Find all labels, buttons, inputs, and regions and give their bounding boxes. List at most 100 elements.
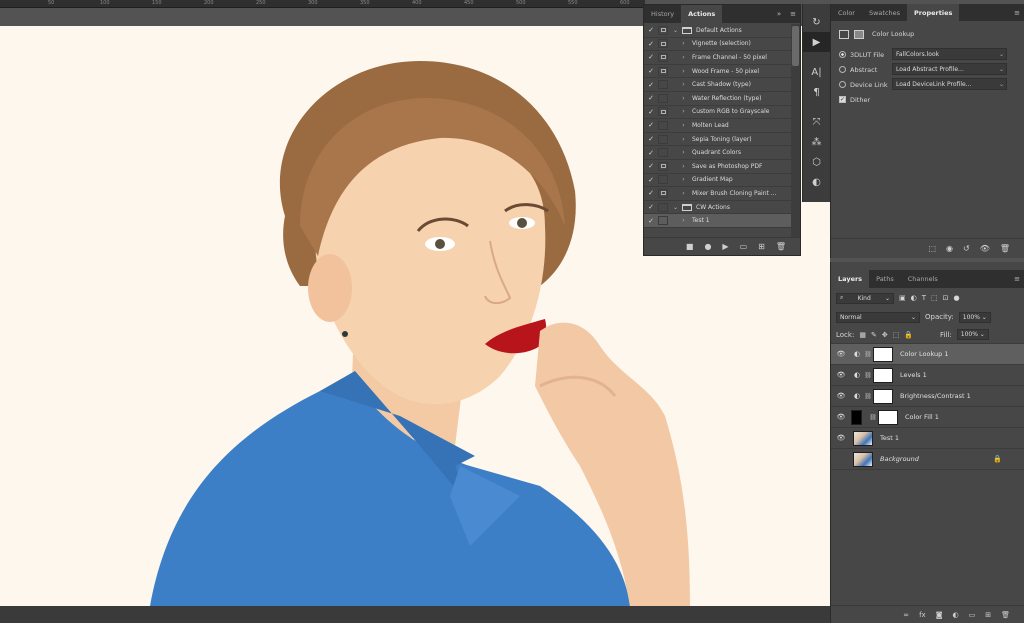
filter-toggle-icon[interactable]: ● <box>954 294 960 302</box>
adjustments-icon[interactable]: ◐ <box>803 172 830 192</box>
chevron-icon[interactable]: ⌄ <box>671 204 680 211</box>
dither-checkbox[interactable]: ✓ <box>839 96 846 103</box>
action-set-row[interactable]: ✓ ⌄ CW Actions <box>644 201 792 215</box>
new-set-icon[interactable]: ▭ <box>740 242 748 251</box>
add-mask-icon[interactable]: ◙ <box>936 611 943 619</box>
visibility-eye-icon[interactable]: 👁 <box>831 434 851 442</box>
toggle-check-icon[interactable]: ✓ <box>644 189 658 197</box>
toggle-check-icon[interactable]: ✓ <box>644 53 658 61</box>
filter-pixel-icon[interactable]: ▣ <box>899 294 906 302</box>
filter-shape-icon[interactable]: ⬚ <box>931 294 938 302</box>
tab-actions[interactable]: Actions <box>681 5 723 23</box>
action-row[interactable]: ✓ › Save as Photoshop PDF <box>644 160 792 174</box>
layer-mask-thumbnail[interactable] <box>873 367 893 383</box>
paragraph-icon[interactable]: ¶ <box>803 82 830 102</box>
tab-layers[interactable]: Layers <box>831 270 870 288</box>
panel-menu-icon[interactable]: ≡ <box>1010 4 1024 21</box>
opacity-field[interactable]: 100% ⌄ <box>958 311 991 323</box>
action-row[interactable]: ✓ › Cast Shadow (type) <box>644 78 792 92</box>
chevron-icon[interactable]: › <box>679 54 688 61</box>
toggle-check-icon[interactable]: ✓ <box>644 81 658 89</box>
layer-name[interactable]: Color Lookup 1 <box>900 350 949 358</box>
reset-icon[interactable]: ↺ <box>963 244 970 253</box>
tab-swatches[interactable]: Swatches <box>862 4 907 21</box>
dialog-toggle-icon[interactable] <box>658 107 668 117</box>
layer-thumbnail[interactable] <box>853 451 873 467</box>
collapse-icon[interactable]: » <box>772 5 786 23</box>
panel-menu-icon[interactable]: ≡ <box>786 5 800 23</box>
chevron-icon[interactable]: › <box>679 217 688 224</box>
mask-link-icon[interactable]: ⛓ <box>863 372 873 379</box>
trash-icon[interactable]: 🗑 <box>776 242 786 251</box>
toggle-check-icon[interactable]: ✓ <box>644 217 658 225</box>
3dlut-select[interactable]: FallColors.look ⌄ <box>892 48 1007 60</box>
play-icon[interactable]: ▶ <box>803 32 830 52</box>
tab-paths[interactable]: Paths <box>869 270 901 288</box>
option-3dlut[interactable]: 3DLUT File FallColors.look ⌄ <box>831 47 1024 62</box>
fx-icon[interactable]: fx <box>919 611 926 619</box>
mask-link-icon[interactable]: ⛓ <box>863 393 873 400</box>
mask-link-icon[interactable]: ⛓ <box>868 414 878 421</box>
action-row[interactable]: ✓ › Molten Lead <box>644 119 792 133</box>
dialog-toggle-icon[interactable] <box>658 202 668 212</box>
action-row[interactable]: ✓ › Sepia Toning (layer) <box>644 133 792 147</box>
chevron-icon[interactable]: › <box>679 176 688 183</box>
lock-transparent-icon[interactable]: ▦ <box>859 331 866 339</box>
chevron-icon[interactable]: › <box>679 149 688 156</box>
view-previous-icon[interactable]: ◉ <box>946 244 953 253</box>
toggle-check-icon[interactable]: ✓ <box>644 135 658 143</box>
option-abstract[interactable]: Abstract Load Abstract Profile... ⌄ <box>831 62 1024 77</box>
lock-paint-icon[interactable]: ✎ <box>871 331 877 339</box>
dialog-toggle-icon[interactable] <box>658 25 668 35</box>
toggle-check-icon[interactable]: ✓ <box>644 94 658 102</box>
layer-mask-thumbnail[interactable] <box>873 388 893 404</box>
history-icon[interactable]: ↻ <box>803 12 830 32</box>
action-row[interactable]: ✓ › Wood Frame - 50 pixel <box>644 65 792 79</box>
tab-channels[interactable]: Channels <box>901 270 945 288</box>
action-row[interactable]: ✓ › Water Reflection (type) <box>644 92 792 106</box>
action-row[interactable]: ✓ › Test 1 <box>644 214 792 228</box>
layer-row[interactable]: 👁 ◐ ⛓ Brightness/Contrast 1 <box>831 386 1024 407</box>
action-row[interactable]: ✓ › Vignette (selection) <box>644 38 792 52</box>
dialog-toggle-icon[interactable] <box>658 66 668 76</box>
filter-type-icon[interactable]: T <box>922 294 926 302</box>
chevron-icon[interactable]: › <box>679 122 688 129</box>
adjustment-layer-icon[interactable]: ◐ <box>953 611 959 619</box>
dialog-toggle-icon[interactable] <box>658 148 668 158</box>
toggle-check-icon[interactable]: ✓ <box>644 67 658 75</box>
toggle-check-icon[interactable]: ✓ <box>644 176 658 184</box>
layer-mask-thumbnail[interactable] <box>878 409 898 425</box>
action-set-row[interactable]: ✓ ⌄ Default Actions <box>644 24 792 38</box>
layer-mask-thumbnail[interactable] <box>873 346 893 362</box>
devicelink-select[interactable]: Load DeviceLink Profile... ⌄ <box>892 78 1007 90</box>
mask-link-icon[interactable]: ⛓ <box>863 351 873 358</box>
visibility-eye-icon[interactable]: 👁 <box>831 413 851 421</box>
link-icon[interactable]: ∞ <box>903 611 909 619</box>
chevron-icon[interactable]: › <box>679 81 688 88</box>
actions-scrollbar[interactable] <box>791 24 800 239</box>
action-row[interactable]: ✓ › Mixer Brush Cloning Paint ... <box>644 187 792 201</box>
character-icon[interactable]: A| <box>803 62 830 82</box>
trash-icon[interactable]: 🗑 <box>1000 244 1010 253</box>
lock-artboard-icon[interactable]: ⬚ <box>893 331 900 339</box>
tab-color[interactable]: Color <box>831 4 862 21</box>
toggle-check-icon[interactable]: ✓ <box>644 40 658 48</box>
toggle-check-icon[interactable]: ✓ <box>644 203 658 211</box>
radio-3dlut[interactable] <box>839 51 846 58</box>
action-row[interactable]: ✓ › Quadrant Colors <box>644 146 792 160</box>
layer-row[interactable]: Background 🔒 <box>831 449 1024 470</box>
chevron-icon[interactable]: › <box>679 40 688 47</box>
radio-abstract[interactable] <box>839 66 846 73</box>
layer-name[interactable]: Test 1 <box>880 434 899 442</box>
dialog-toggle-icon[interactable] <box>658 93 668 103</box>
filter-smart-icon[interactable]: ⊡ <box>943 294 949 302</box>
panel-menu-icon[interactable]: ≡ <box>1010 270 1024 288</box>
option-devicelink[interactable]: Device Link Load DeviceLink Profile... ⌄ <box>831 77 1024 92</box>
trash-icon[interactable]: 🗑 <box>1001 611 1010 619</box>
toggle-check-icon[interactable]: ✓ <box>644 149 658 157</box>
chevron-icon[interactable]: › <box>679 163 688 170</box>
layer-row[interactable]: 👁 ⛓ Color Fill 1 <box>831 407 1024 428</box>
visibility-eye-icon[interactable]: 👁 <box>831 350 851 358</box>
toggle-check-icon[interactable]: ✓ <box>644 162 658 170</box>
layer-row[interactable]: 👁 ◐ ⛓ Levels 1 <box>831 365 1024 386</box>
